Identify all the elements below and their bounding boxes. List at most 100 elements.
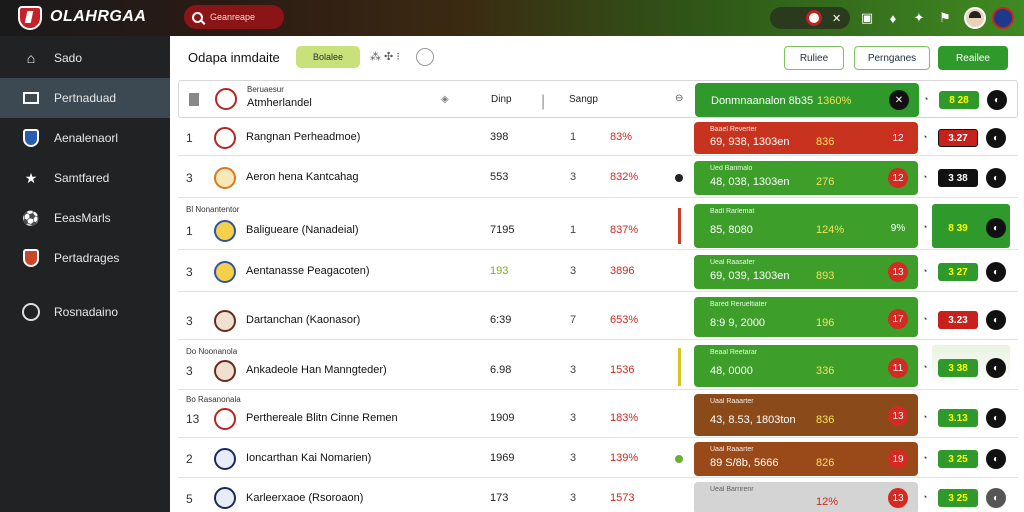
search-input[interactable] [210,12,280,22]
stat-box[interactable]: Ueal Raasafer 69, 039, 1303en 893 13 [694,255,918,289]
clock-icon: ◔ [922,362,928,372]
stat-badge[interactable]: 11 [888,358,908,378]
stat-box[interactable]: Baael Reverter 69, 938, 1303en 836 12 [694,122,918,154]
sidebar-item-leagues[interactable]: Pertadrages [0,238,170,278]
sidebar-item-matches[interactable]: ⚽ EeasMarls [0,198,170,238]
chevron-icon[interactable]: ◐ [986,218,1006,238]
score-tag[interactable]: 3 27 [938,263,978,281]
team-name[interactable]: Rangnan Perheadmoe) [246,131,360,143]
stat-badge[interactable]: 12 [888,128,908,148]
header-col[interactable]: Sangp [569,94,598,105]
crest-icon [22,249,40,267]
rules-button[interactable]: Ruliee [784,46,844,70]
team-name[interactable]: Aeron hena Kantcahag [246,171,359,183]
stat-box[interactable]: Bared Rerueltiater 8:9 9, 2000 196 17 [694,297,918,337]
chevron-icon[interactable]: ◐ [986,408,1006,428]
team-name[interactable]: Baligueare (Nanadeial) [246,224,359,236]
stat-badge[interactable]: 13 [888,406,908,426]
stat-badge[interactable]: 12 [888,168,908,188]
team-name[interactable]: Ankadeole Han Manngteder) [246,364,387,376]
fixtures-button[interactable]: Pernganes [854,46,930,70]
flag-icon[interactable]: ⚑ [932,6,958,30]
stat-title: Ued Barimalo [710,165,753,172]
search-box[interactable] [184,5,284,29]
table-row[interactable]: 3 Aeron hena Kantcahag 553 3 832% Ued Ba… [178,158,1018,198]
close-icon[interactable]: ✕ [889,90,909,110]
sidebar-item-teams[interactable]: Aenalenaorl [0,118,170,158]
sidebar-item-history[interactable]: Rosnadaino [0,292,170,332]
region-badge-icon[interactable] [992,7,1014,29]
score-tag[interactable]: 3 25 [938,489,978,507]
score-tag[interactable]: 3 38 [938,169,978,187]
score-tag[interactable]: 3.13 [938,409,978,427]
team-crest-icon [214,487,236,509]
filter-chip[interactable]: Bolalee [296,46,360,68]
team-name[interactable]: Karleerxaoe (Rsoroaon) [246,492,363,504]
stat-box[interactable]: Badl Rarlemat 85, 8080 124% 9% [694,204,918,248]
sidebar-item-standings[interactable]: Pertnaduad [0,78,170,118]
clock-icon [22,303,40,321]
stat-badge[interactable]: 17 [888,309,908,329]
score-tag[interactable]: 3.23 [938,311,978,329]
table-row[interactable]: Do Noonanola 3 Ankadeole Han Manngteder)… [178,342,1018,390]
stat-badge[interactable]: 19 [888,449,908,469]
chevron-icon[interactable]: ◐ [986,358,1006,378]
sidebar-item-home[interactable]: ⌂ Sado [0,38,170,78]
stat-badge[interactable]: 13 [888,488,908,508]
brand-logo-icon[interactable] [18,6,42,30]
filter-icon[interactable]: ⊖ [675,93,683,104]
sidebar-item-favorites[interactable]: ★ Samtfared [0,158,170,198]
info-icon[interactable] [416,48,434,66]
live-match-pill[interactable]: ✕ [770,7,850,29]
close-icon[interactable]: ✕ [832,12,841,25]
table-row[interactable]: 5 Karleerxaoe (Rsoroaon) 173 3 1573 Ueal… [178,480,1018,512]
col-value: 7 [570,314,577,326]
score-tag[interactable]: 8 28 [939,91,979,109]
chevron-icon[interactable]: ◐ [986,128,1006,148]
results-button[interactable]: Reailee [938,46,1008,70]
chevron-icon[interactable]: ◐ [986,262,1006,282]
stat-box[interactable]: Uaal Raaarter 89 S/8b, 5666 826 19 [694,442,918,476]
table-row[interactable]: Bo Rasanonala 13 Perthereale Blitn Cinne… [178,392,1018,438]
table-row[interactable]: 1 Rangnan Perheadmoe) 398 1 83% Baael Re… [178,120,1018,156]
stat-badge[interactable]: 9% [888,218,908,238]
header-col[interactable]: Dinp [491,94,512,105]
stat-box[interactable]: Uaal Raaarter 43, 8.53, 1803ton 836 13 [694,394,918,436]
user-avatar[interactable] [964,7,986,29]
toolbar-icons[interactable]: ⁂ ✣ ⁝ [370,50,400,63]
stat-badge[interactable]: 13 [888,262,908,282]
team-name[interactable]: Aentanasse Peagacoten) [246,265,370,277]
checkbox[interactable] [189,93,199,106]
score-tag[interactable]: 8 39 [938,219,978,237]
clock-icon: ◔ [922,222,928,232]
chevron-icon[interactable]: ◐ [986,449,1006,469]
team-name[interactable]: Ioncarthan Kai Nomarien) [246,452,371,464]
stat-line: 89 S/8b, 5666 [710,457,779,469]
score-tag[interactable]: 3 25 [938,450,978,468]
stat-box[interactable]: Beaal Reetarar 48, 0000 336 11 [694,345,918,387]
search-icon[interactable] [192,11,203,23]
clock-icon: ◔ [922,412,928,422]
table-row[interactable]: 3 Aentanasse Peagacoten) 193 3 3896 Ueal… [178,252,1018,292]
chevron-icon[interactable]: ◐ [986,310,1006,330]
stat-box[interactable]: Ued Barimalo 48, 038, 1303en 276 12 [694,161,918,195]
table-row[interactable]: 3 Dartanchan (Kaonasor) 6:39 7 653% Bare… [178,294,1018,340]
table-row[interactable]: 2 Ioncarthan Kai Nomarien) 1969 3 139% U… [178,440,1018,478]
score-tag[interactable]: 3 38 [938,359,978,377]
ticket-icon[interactable]: ▣ [854,6,880,30]
score-tag[interactable]: 3.27 [938,129,978,147]
stat-title: Ueal Raasafer [710,259,755,266]
brand-name[interactable]: OLAHRGAA [50,8,146,26]
team-name[interactable]: Dartanchan (Kaonasor) [246,314,360,326]
team-name[interactable]: Perthereale Blitn Cinne Remen [246,412,398,424]
bolt-icon[interactable]: ✦ [906,6,932,30]
table-row[interactable]: Bl Nonantentor 1 Baligueare (Nanadeial) … [178,200,1018,250]
bell-icon[interactable]: ♦ [880,6,906,30]
chevron-icon[interactable]: ◐ [986,168,1006,188]
rank: 5 [186,492,193,506]
stat-box[interactable]: Ueal Barrirenr 12% 13 [694,482,918,512]
chevron-icon[interactable]: ◐ [986,488,1006,508]
shield-sort-icon[interactable]: ◈ [441,94,449,105]
chevron-icon[interactable]: ◐ [987,90,1007,110]
stat-box[interactable]: Donmnaanalon 8b35 1360% ✕ [695,83,919,117]
